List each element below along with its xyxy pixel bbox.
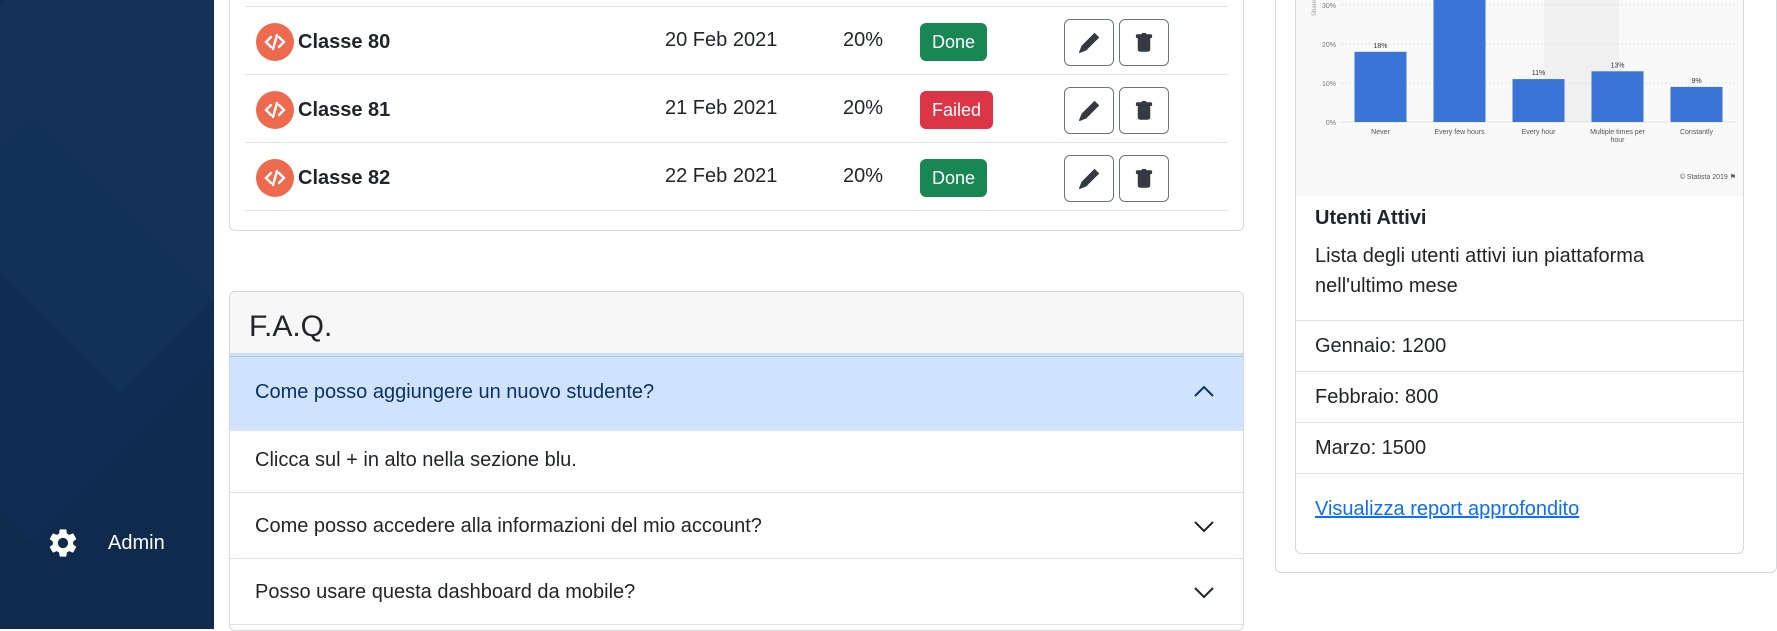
faq-card: F.A.Q. Come posso aggiungere un nuovo st… (229, 291, 1244, 631)
class-percent: 20% (843, 97, 884, 119)
trash-icon (1135, 168, 1153, 188)
data-label: 18% (1373, 43, 1387, 50)
data-label: 13% (1610, 62, 1624, 69)
x-tick-label: Constantly (1680, 129, 1714, 136)
trash-icon (1135, 100, 1153, 120)
card-text: Lista degli utenti attivi iun piattaform… (1315, 245, 1645, 297)
delete-button[interactable] (1119, 19, 1169, 66)
sidebar: Admin (0, 0, 214, 629)
status-badge: Failed (920, 91, 994, 129)
class-name: Classe 80 (298, 31, 391, 53)
x-tick-label: Never (1371, 129, 1390, 136)
faq-title: F.A.Q. (230, 292, 1243, 357)
chart-bar (1433, 0, 1486, 122)
pencil-icon (1079, 32, 1099, 53)
y-tick-label: 10% (1322, 81, 1336, 88)
list-item: Marzo: 1500 (1296, 423, 1743, 474)
chart-bar (1512, 79, 1565, 122)
delete-button[interactable] (1119, 155, 1169, 202)
chevron-up-icon (1194, 385, 1214, 397)
chart-bar (1591, 71, 1644, 122)
class-date: 21 Feb 2021 (665, 97, 778, 119)
sidebar-item-admin[interactable]: Admin (46, 526, 165, 560)
trash-icon (1135, 32, 1153, 52)
table-divider (246, 210, 1228, 211)
faq-question-text: Come posso aggiungere un nuovo studente? (255, 381, 655, 403)
faq-answer: Clicca sul + in alto nella sezione blu. (230, 427, 1243, 493)
y-tick-label: 20% (1322, 42, 1336, 49)
list-item: Febbraio: 800 (1296, 372, 1743, 423)
class-date: 22 Feb 2021 (665, 165, 778, 187)
code-icon (256, 23, 294, 61)
table-row: Classe 81 21 Feb 2021 20% Failed (246, 74, 1228, 142)
classes-card: Classe 80 20 Feb 2021 20% Done Classe 81… (229, 0, 1244, 231)
class-percent: 20% (843, 29, 884, 51)
class-name: Classe 81 (298, 99, 391, 121)
y-axis-label: Share of resp (1312, 0, 1318, 16)
y-tick-label: 0% (1326, 120, 1336, 127)
chart-bar (1670, 86, 1723, 122)
pencil-icon (1079, 100, 1099, 121)
code-icon (256, 91, 294, 129)
card-title: Utenti Attivi (1315, 207, 1427, 229)
table-row: Classe 82 22 Feb 2021 20% Done (246, 142, 1228, 210)
x-tick-label: Multiple times per (1590, 129, 1646, 136)
faq-question-text: Come posso accedere alla informazioni de… (255, 515, 762, 537)
gear-icon (49, 529, 77, 557)
data-label: 11% (1532, 70, 1546, 77)
pencil-icon (1079, 168, 1099, 189)
report-link[interactable]: Visualizza report approfondito (1315, 498, 1579, 521)
class-date: 20 Feb 2021 (665, 29, 778, 51)
chart-bar (1354, 51, 1407, 122)
status-badge: Done (920, 159, 988, 197)
faq-question-2[interactable]: Come posso accedere alla informazioni de… (230, 493, 1243, 559)
delete-button[interactable] (1119, 87, 1169, 134)
class-percent: 20% (843, 165, 884, 187)
edit-button[interactable] (1064, 19, 1114, 66)
chart-image: 0% 10% 20% 30% Share of resp 18% Never Every fe… (1296, 0, 1743, 196)
chart-source: © Statista 2019 ⚑ (1680, 173, 1736, 181)
active-users-card: 0% 10% 20% 30% Share of resp 18% Never Every fe… (1295, 0, 1744, 554)
chevron-down-icon (1194, 520, 1214, 532)
month-list: Gennaio: 1200 Febbraio: 800 Marzo: 1500 (1296, 320, 1743, 474)
edit-button[interactable] (1064, 155, 1114, 202)
faq-question-1[interactable]: Come posso aggiungere un nuovo studente? (230, 357, 1243, 427)
list-item: Gennaio: 1200 (1296, 321, 1743, 372)
bar-chart: 0% 10% 20% 30% Share of resp 18% Never Every fe… (1312, 0, 1736, 181)
y-tick-label: 30% (1322, 3, 1336, 10)
x-tick-label: Every few hours (1434, 129, 1485, 136)
status-badge: Done (920, 23, 988, 61)
sidebar-item-label: Admin (108, 531, 165, 554)
data-label: 9% (1691, 78, 1701, 85)
code-icon (256, 159, 294, 197)
table-row: Classe 80 20 Feb 2021 20% Done (246, 6, 1228, 74)
edit-button[interactable] (1064, 87, 1114, 134)
chevron-down-icon (1194, 586, 1214, 598)
x-tick-label: Every hour (1522, 129, 1557, 136)
x-tick-label: hour (1610, 137, 1625, 144)
class-name: Classe 82 (298, 167, 391, 189)
faq-question-text: Posso usare questa dashboard da mobile? (255, 581, 636, 603)
faq-question-3[interactable]: Posso usare questa dashboard da mobile? (230, 559, 1243, 625)
